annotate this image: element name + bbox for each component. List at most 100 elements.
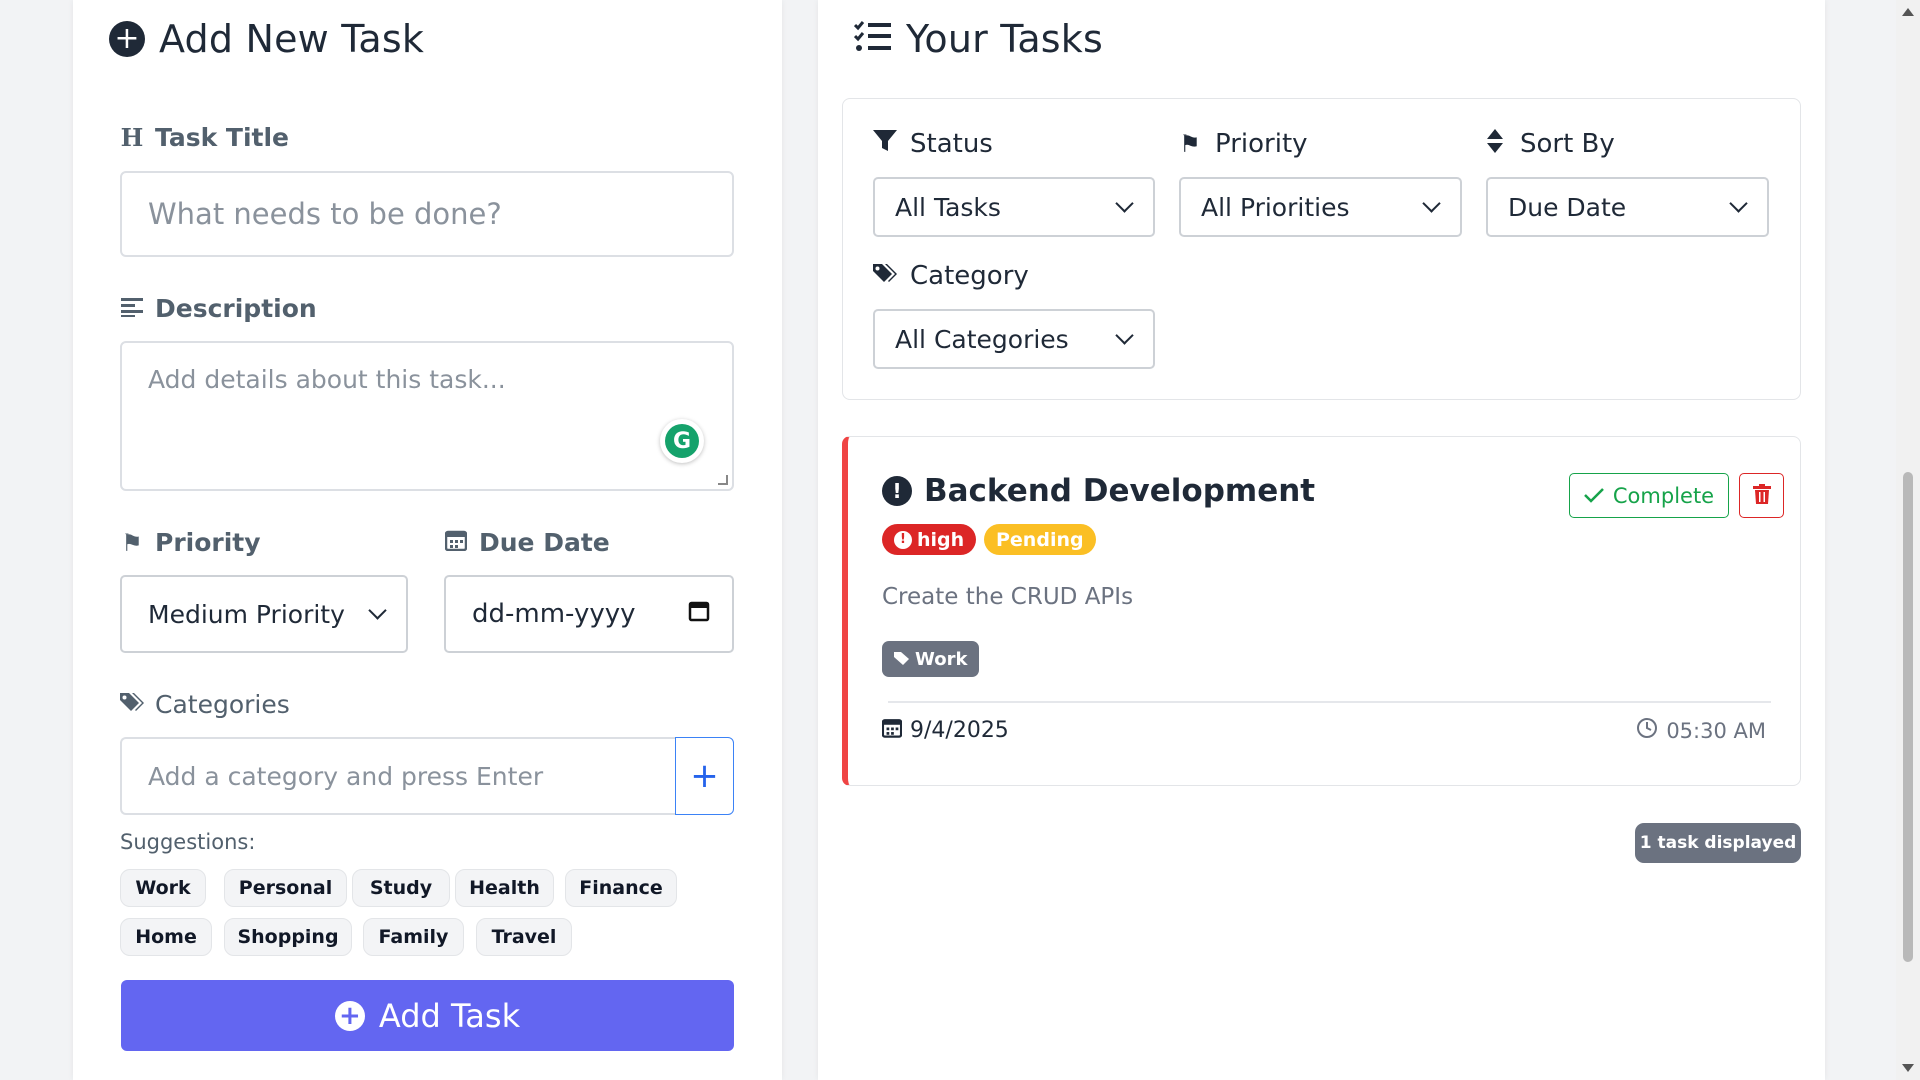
category-tag-text: Work <box>915 648 968 670</box>
due-date-label-text: Due Date <box>479 528 610 557</box>
filter-panel: Status All Tasks ⚑ Priority All Prioriti… <box>842 98 1801 400</box>
category-filter-select[interactable]: All Categories <box>873 309 1155 369</box>
task-due-date: 9/4/2025 <box>881 717 1009 744</box>
task-date-text: 9/4/2025 <box>910 718 1009 743</box>
add-task-heading-text: Add New Task <box>159 17 425 61</box>
flag-icon: ⚑ <box>121 528 143 557</box>
add-category-button[interactable]: + <box>675 737 734 815</box>
calendar-icon <box>443 529 469 557</box>
task-list-panel: Your Tasks Status All Tasks ⚑ Priority A… <box>818 0 1825 1080</box>
priority-badge-text: high <box>917 528 965 551</box>
suggestion-chip-health[interactable]: Health <box>455 869 554 907</box>
status-filter-select[interactable]: All Tasks <box>873 177 1155 237</box>
your-tasks-heading-text: Your Tasks <box>906 17 1104 61</box>
suggestion-chip-study[interactable]: Study <box>352 869 450 907</box>
description-placeholder: Add details about this task... <box>148 365 506 394</box>
sort-by-value: Due Date <box>1508 192 1627 222</box>
description-label-text: Description <box>155 294 317 323</box>
priority-filter-label: ⚑ Priority <box>1177 129 1308 159</box>
due-date-label: Due Date <box>443 528 610 557</box>
chevron-down-icon <box>1729 194 1748 213</box>
calendar-picker-icon[interactable] <box>688 599 710 629</box>
categories-label-text: Categories <box>155 690 290 719</box>
tag-icon <box>894 649 910 670</box>
priority-label: ⚑ Priority <box>119 528 261 557</box>
task-description: Create the CRUD APIs <box>882 584 1134 610</box>
category-filter-label-text: Category <box>910 261 1029 291</box>
category-tag: Work <box>882 641 980 677</box>
task-title: Backend Development <box>924 473 1316 509</box>
chevron-down-icon <box>368 601 387 620</box>
priority-filter-value: All Priorities <box>1201 192 1350 222</box>
add-task-panel: + Add New Task H Task Title What needs t… <box>73 0 782 1080</box>
priority-label-text: Priority <box>155 528 261 557</box>
due-date-placeholder: dd-mm-yyyy <box>472 599 636 629</box>
add-task-button[interactable]: + Add Task <box>121 980 734 1051</box>
chevron-down-icon <box>1115 326 1134 345</box>
suggestion-chip-home[interactable]: Home <box>120 918 212 956</box>
task-title-label-text: Task Title <box>155 123 290 152</box>
suggestion-chip-personal[interactable]: Personal <box>224 869 347 907</box>
clock-icon <box>1636 717 1658 744</box>
trash-icon <box>1752 483 1771 508</box>
description-textarea[interactable]: Add details about this task... G <box>120 341 734 491</box>
scroll-down-arrow-icon[interactable] <box>1902 1064 1914 1072</box>
calendar-icon <box>881 717 903 744</box>
task-card: ! Backend Development ! high Pending Cre… <box>842 436 1801 786</box>
suggestion-chip-work[interactable]: Work <box>120 869 206 907</box>
suggestion-chip-finance[interactable]: Finance <box>565 869 677 907</box>
status-filter-label-text: Status <box>910 129 993 159</box>
task-time-text: 05:30 AM <box>1666 718 1766 743</box>
scroll-thumb[interactable] <box>1903 472 1913 962</box>
suggestion-chip-shopping[interactable]: Shopping <box>224 918 352 956</box>
chevron-down-icon <box>1422 194 1441 213</box>
suggestions-label: Suggestions: <box>120 830 256 854</box>
suggestion-chip-family[interactable]: Family <box>363 918 464 956</box>
priority-select[interactable]: Medium Priority <box>120 575 408 653</box>
plus-icon: + <box>690 756 719 796</box>
add-task-button-label: Add Task <box>378 996 521 1035</box>
sort-by-label: Sort By <box>1482 129 1615 159</box>
grammarly-icon[interactable]: G <box>660 419 704 463</box>
align-left-icon <box>119 295 145 323</box>
due-date-input[interactable]: dd-mm-yyyy <box>444 575 734 653</box>
your-tasks-heading: Your Tasks <box>853 17 1104 61</box>
delete-button[interactable] <box>1739 473 1784 518</box>
task-title-placeholder: What needs to be done? <box>148 197 502 231</box>
category-filter-label: Category <box>872 261 1029 291</box>
sort-by-select[interactable]: Due Date <box>1486 177 1769 237</box>
priority-filter-select[interactable]: All Priorities <box>1179 177 1462 237</box>
scroll-up-arrow-icon[interactable] <box>1902 8 1914 16</box>
filter-icon <box>872 130 898 158</box>
sort-by-label-text: Sort By <box>1520 129 1615 159</box>
task-title-row: ! Backend Development <box>882 473 1315 509</box>
chevron-down-icon <box>1115 194 1134 213</box>
heading-icon: H <box>120 123 144 152</box>
complete-button-label: Complete <box>1612 483 1715 508</box>
complete-button[interactable]: Complete <box>1569 473 1729 518</box>
check-icon <box>1584 484 1604 508</box>
tags-icon <box>119 691 145 719</box>
tags-icon <box>872 262 898 290</box>
task-title-input[interactable]: What needs to be done? <box>120 171 734 257</box>
exclamation-circle-icon: ! <box>894 530 912 549</box>
status-badge: Pending <box>984 524 1096 555</box>
category-placeholder: Add a category and press Enter <box>148 761 544 791</box>
task-title-label: H Task Title <box>119 123 289 152</box>
add-task-heading: + Add New Task <box>109 17 424 61</box>
flag-icon: ⚑ <box>1179 130 1201 158</box>
priority-select-value: Medium Priority <box>148 599 345 629</box>
suggestion-chip-travel[interactable]: Travel <box>476 918 572 956</box>
description-label: Description <box>119 294 317 323</box>
card-divider <box>888 701 1771 703</box>
plus-circle-icon: + <box>109 21 145 57</box>
task-count-badge: 1 task displayed <box>1635 823 1801 863</box>
categories-label: Categories <box>119 690 290 719</box>
category-input[interactable]: Add a category and press Enter <box>120 737 676 815</box>
status-filter-value: All Tasks <box>895 192 1001 222</box>
resize-handle-icon[interactable] <box>718 475 728 485</box>
priority-filter-label-text: Priority <box>1215 129 1308 159</box>
list-check-icon <box>853 17 892 61</box>
page-scrollbar[interactable] <box>1896 0 1920 1080</box>
category-filter-value: All Categories <box>895 324 1069 354</box>
